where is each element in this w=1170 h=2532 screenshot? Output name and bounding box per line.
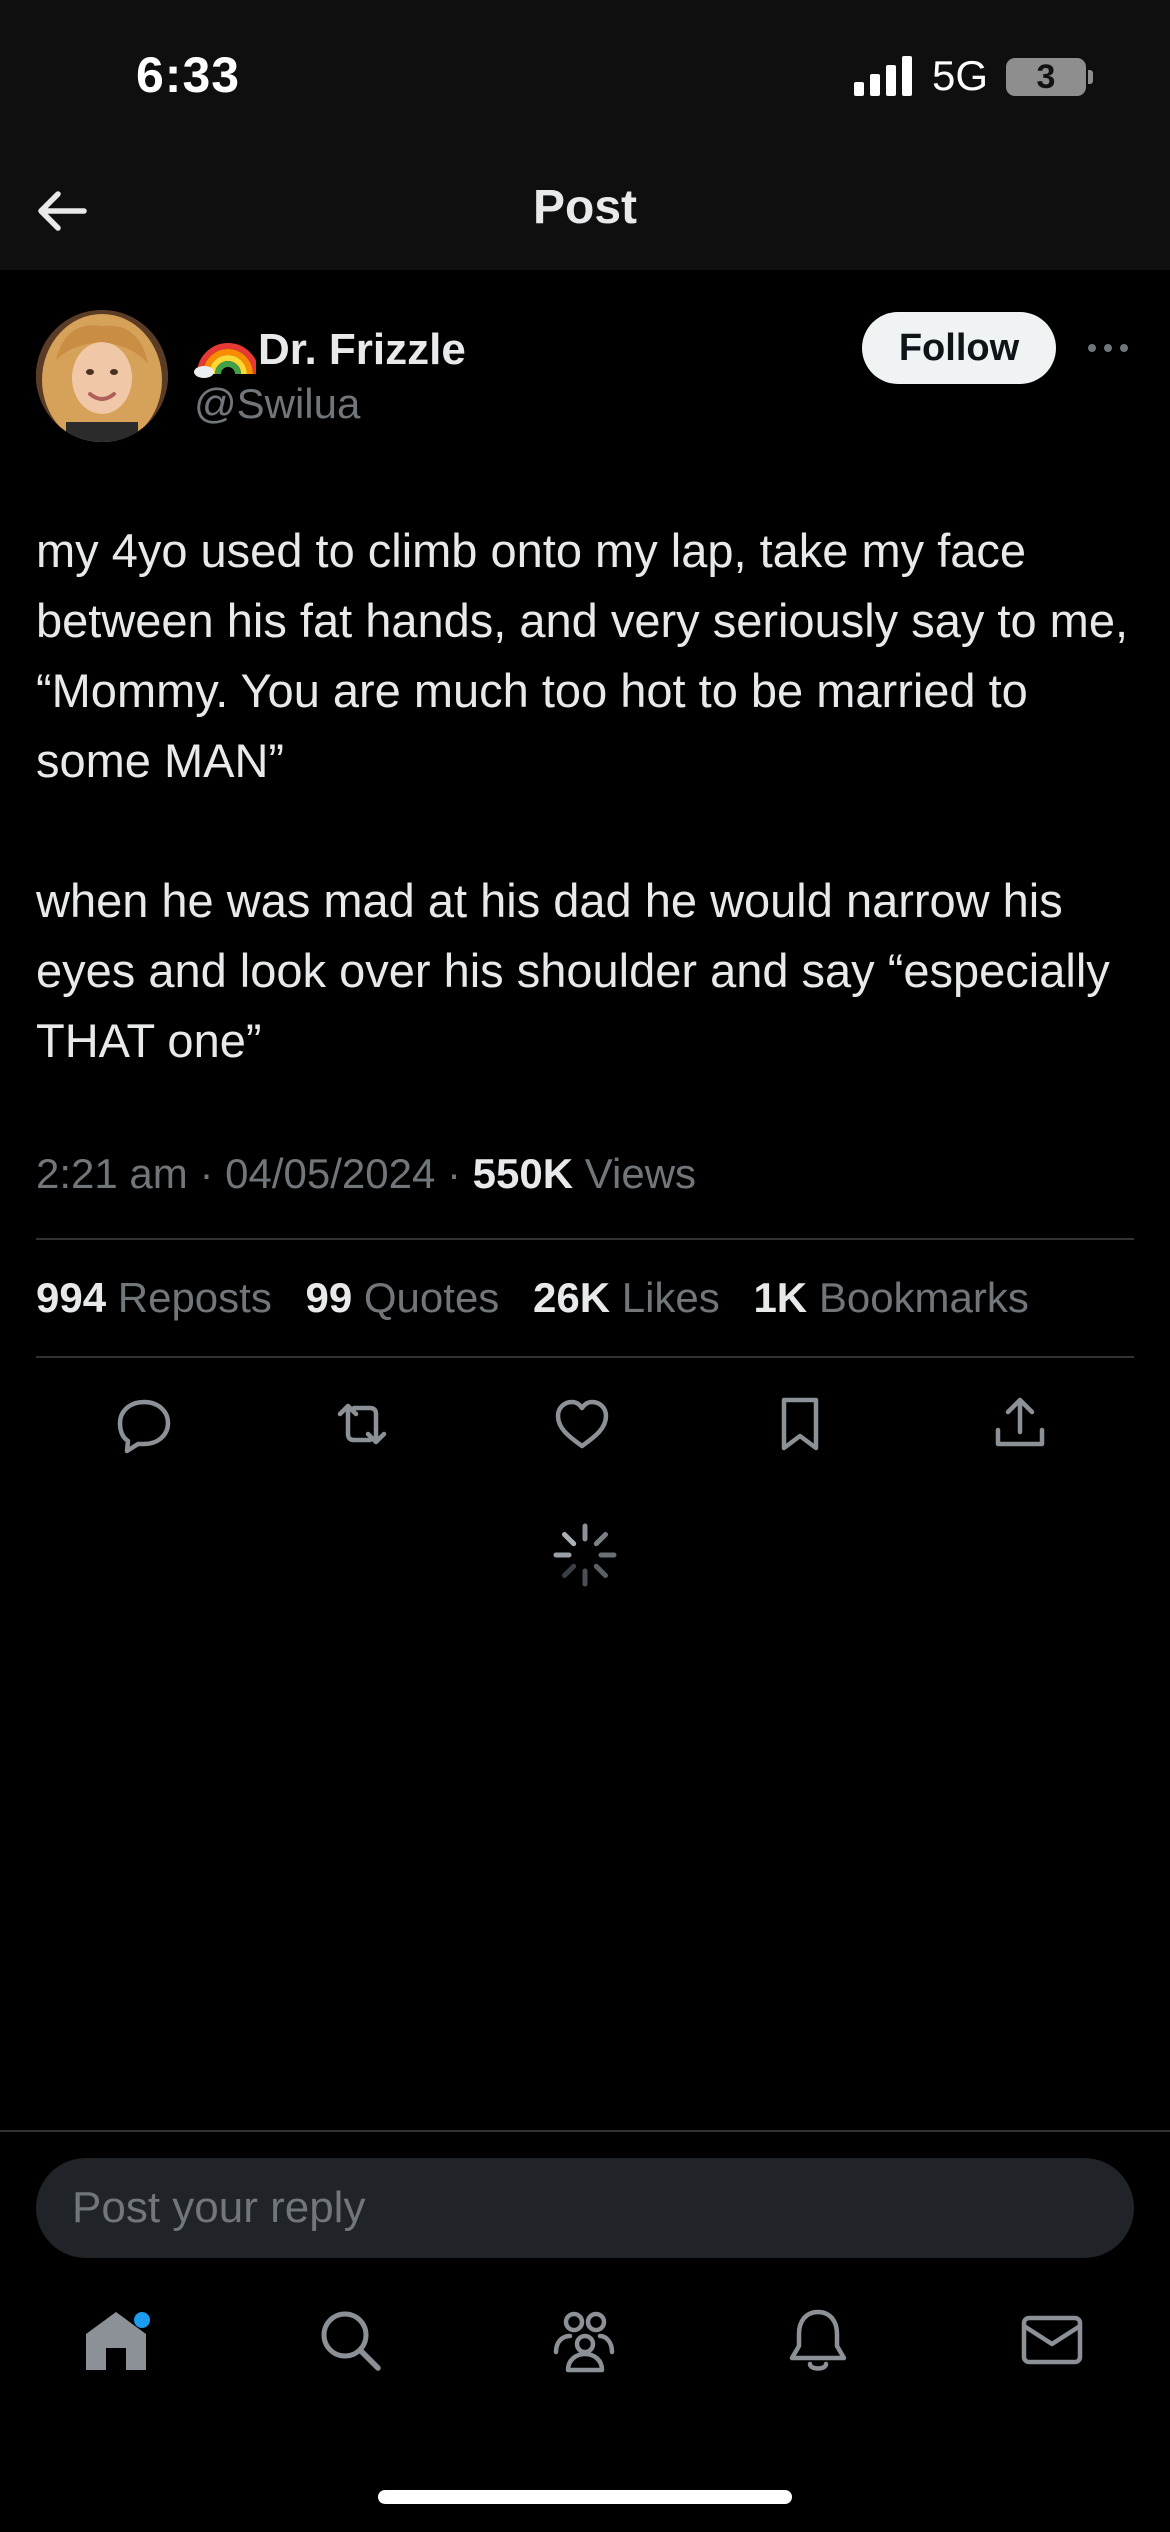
post-time: 2:21 am (36, 1150, 188, 1197)
post-paragraph: when he was mad at his dad he would narr… (36, 874, 1110, 1067)
communities-icon[interactable] (548, 2304, 620, 2376)
meta-separator: · (199, 1150, 214, 1197)
battery-tip (1088, 70, 1093, 84)
avatar-image (36, 310, 168, 442)
network-type: 5G (932, 52, 989, 99)
loading-spinner-icon (553, 1523, 617, 1587)
search-icon[interactable] (314, 2304, 386, 2376)
reply-icon[interactable] (108, 1388, 180, 1460)
signal-icon (854, 56, 912, 96)
nav-bar: Post (0, 150, 1170, 270)
home-indicator[interactable] (378, 2490, 792, 2504)
display-name: Dr. Frizzle (258, 325, 466, 374)
messages-icon[interactable] (1016, 2304, 1088, 2376)
share-icon[interactable] (984, 1388, 1056, 1460)
post-stats: 994 Reposts 99 Quotes 26K Likes 1K Bookm… (36, 1274, 1051, 1322)
post-text: my 4yo used to climb onto my lap, take m… (36, 516, 1146, 1076)
notification-dot (134, 2312, 150, 2328)
reply-input[interactable] (36, 2158, 1134, 2258)
action-bar (0, 1388, 1170, 1460)
battery-level: 3 (1036, 58, 1056, 96)
bookmark-icon[interactable] (764, 1388, 836, 1460)
page-title: Post (532, 181, 637, 234)
status-time: 6:33 (136, 47, 241, 103)
meta-separator: · (447, 1150, 461, 1197)
battery-icon: 3 (1006, 58, 1086, 96)
display-name-row[interactable]: Dr. Frizzle (194, 322, 466, 378)
post-date: 04/05/2024 (225, 1150, 436, 1197)
views-count[interactable]: 550K (473, 1150, 573, 1197)
follow-button[interactable]: Follow (862, 312, 1056, 384)
likes-stat[interactable]: 26K Likes (533, 1274, 720, 1321)
reply-bar (0, 2130, 1170, 2532)
rainbow-icon (194, 343, 256, 378)
divider (36, 1238, 1134, 1240)
notifications-icon[interactable] (782, 2304, 854, 2376)
bookmarks-stat[interactable]: 1K Bookmarks (753, 1274, 1028, 1321)
divider (36, 1356, 1134, 1358)
avatar[interactable] (36, 310, 168, 442)
views-label: Views (584, 1150, 697, 1197)
quotes-stat[interactable]: 99 Quotes (306, 1274, 500, 1321)
reposts-stat[interactable]: 994 Reposts (36, 1274, 272, 1321)
status-bar: 6:33 5G 3 (0, 0, 1170, 150)
post-paragraph: my 4yo used to climb onto my lap, take m… (36, 524, 1129, 787)
post-meta: 2:21 am · 04/05/2024 · 550K Views (36, 1150, 696, 1198)
ellipsis-icon[interactable] (1086, 338, 1130, 358)
user-handle[interactable]: @Swilua (194, 380, 360, 428)
like-icon[interactable] (546, 1388, 618, 1460)
repost-icon[interactable] (326, 1388, 398, 1460)
